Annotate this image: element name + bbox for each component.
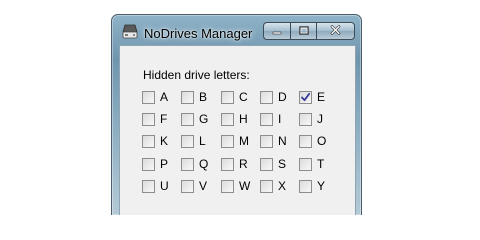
drive-letter-label: V: [199, 179, 208, 193]
checkbox-box[interactable]: [181, 179, 194, 193]
drive-checkbox-s[interactable]: S: [260, 157, 286, 171]
drive-checkbox-h[interactable]: H: [221, 112, 248, 126]
check-mark-icon: [301, 92, 311, 101]
drive-checkbox-e[interactable]: E: [299, 90, 325, 104]
drive-letter-label: G: [199, 112, 209, 126]
drive-checkbox-r[interactable]: R: [221, 157, 248, 171]
checkbox-box[interactable]: [260, 134, 273, 148]
drive-letter-label: L: [199, 134, 206, 148]
hidden-drive-letters-label: Hidden drive letters:: [143, 68, 250, 82]
checkbox-box[interactable]: [260, 90, 273, 104]
checkbox-box[interactable]: [142, 179, 155, 193]
drive-letter-label: E: [317, 90, 326, 104]
checkbox-box[interactable]: [299, 134, 312, 148]
drive-checkbox-y[interactable]: Y: [299, 179, 325, 193]
checkbox-box[interactable]: [299, 112, 312, 126]
drive-letter-label: C: [239, 90, 248, 104]
checkbox-box[interactable]: [260, 112, 273, 126]
drive-letter-label: R: [239, 157, 248, 171]
window-title: NoDrives Manager: [144, 26, 253, 41]
close-icon: [330, 22, 341, 40]
checkbox-box[interactable]: [221, 90, 234, 104]
checkbox-box[interactable]: [181, 134, 194, 148]
checkbox-box[interactable]: [260, 157, 273, 171]
drive-checkbox-v[interactable]: V: [181, 179, 207, 193]
drive-letter-label: U: [160, 179, 169, 193]
drive-checkbox-d[interactable]: D: [260, 90, 287, 104]
drive-checkbox-w[interactable]: W: [221, 179, 250, 193]
drive-checkbox-c[interactable]: C: [221, 90, 248, 104]
checkbox-box[interactable]: [142, 112, 155, 126]
checkbox-box[interactable]: [181, 112, 194, 126]
close-button[interactable]: [316, 22, 355, 40]
drive-checkbox-l[interactable]: L: [181, 134, 206, 148]
drive-icon: [122, 24, 138, 39]
checkbox-box[interactable]: [299, 90, 312, 104]
checkbox-box[interactable]: [221, 134, 234, 148]
maximize-icon: [298, 22, 309, 40]
drive-letter-label: Y: [317, 179, 326, 193]
checkbox-box[interactable]: [142, 157, 155, 171]
caption-buttons: [263, 22, 355, 40]
drive-letter-label: X: [278, 179, 287, 193]
checkbox-box[interactable]: [221, 179, 234, 193]
drive-letter-label: W: [239, 179, 251, 193]
drive-letter-label: A: [160, 90, 169, 104]
drive-letter-label: S: [278, 157, 287, 171]
drive-letter-label: F: [160, 112, 168, 126]
drive-letter-label: N: [278, 134, 287, 148]
drive-checkbox-k[interactable]: K: [142, 134, 168, 148]
drive-checkbox-o[interactable]: O: [299, 134, 326, 148]
drive-letter-label: Q: [199, 157, 209, 171]
drive-checkbox-n[interactable]: N: [260, 134, 287, 148]
drive-letter-label: B: [199, 90, 208, 104]
checkbox-box[interactable]: [142, 90, 155, 104]
checkbox-box[interactable]: [221, 157, 234, 171]
drive-checkbox-i[interactable]: I: [260, 112, 281, 126]
drive-checkbox-x[interactable]: X: [260, 179, 286, 193]
drive-letter-label: P: [160, 157, 169, 171]
drive-letter-label: H: [239, 112, 248, 126]
drive-checkbox-p[interactable]: P: [142, 157, 168, 171]
maximize-button[interactable]: [290, 22, 316, 40]
drive-checkbox-t[interactable]: T: [299, 157, 324, 171]
drive-checkbox-b[interactable]: B: [181, 90, 207, 104]
drive-checkbox-a[interactable]: A: [142, 90, 168, 104]
checkbox-box[interactable]: [181, 90, 194, 104]
drive-letter-label: T: [317, 157, 325, 171]
checkbox-box[interactable]: [142, 134, 155, 148]
drive-checkbox-f[interactable]: F: [142, 112, 167, 126]
drive-checkbox-j[interactable]: J: [299, 112, 323, 126]
drive-letter-label: M: [239, 134, 249, 148]
drive-letter-label: O: [317, 134, 327, 148]
drive-checkbox-q[interactable]: Q: [181, 157, 208, 171]
drive-checkbox-u[interactable]: U: [142, 179, 169, 193]
checkbox-box[interactable]: [260, 179, 273, 193]
drive-letter-label: K: [160, 134, 169, 148]
drive-letter-label: D: [278, 90, 287, 104]
checkbox-box[interactable]: [299, 157, 312, 171]
minimize-button[interactable]: [263, 22, 290, 40]
checkbox-box[interactable]: [221, 112, 234, 126]
drive-letter-label: I: [278, 112, 282, 126]
drive-checkbox-m[interactable]: M: [221, 134, 249, 148]
checkbox-box[interactable]: [181, 157, 194, 171]
checkbox-box[interactable]: [299, 179, 312, 193]
drive-checkbox-g[interactable]: G: [181, 112, 208, 126]
minimize-icon: [272, 22, 282, 40]
drive-letter-label: J: [317, 112, 323, 126]
